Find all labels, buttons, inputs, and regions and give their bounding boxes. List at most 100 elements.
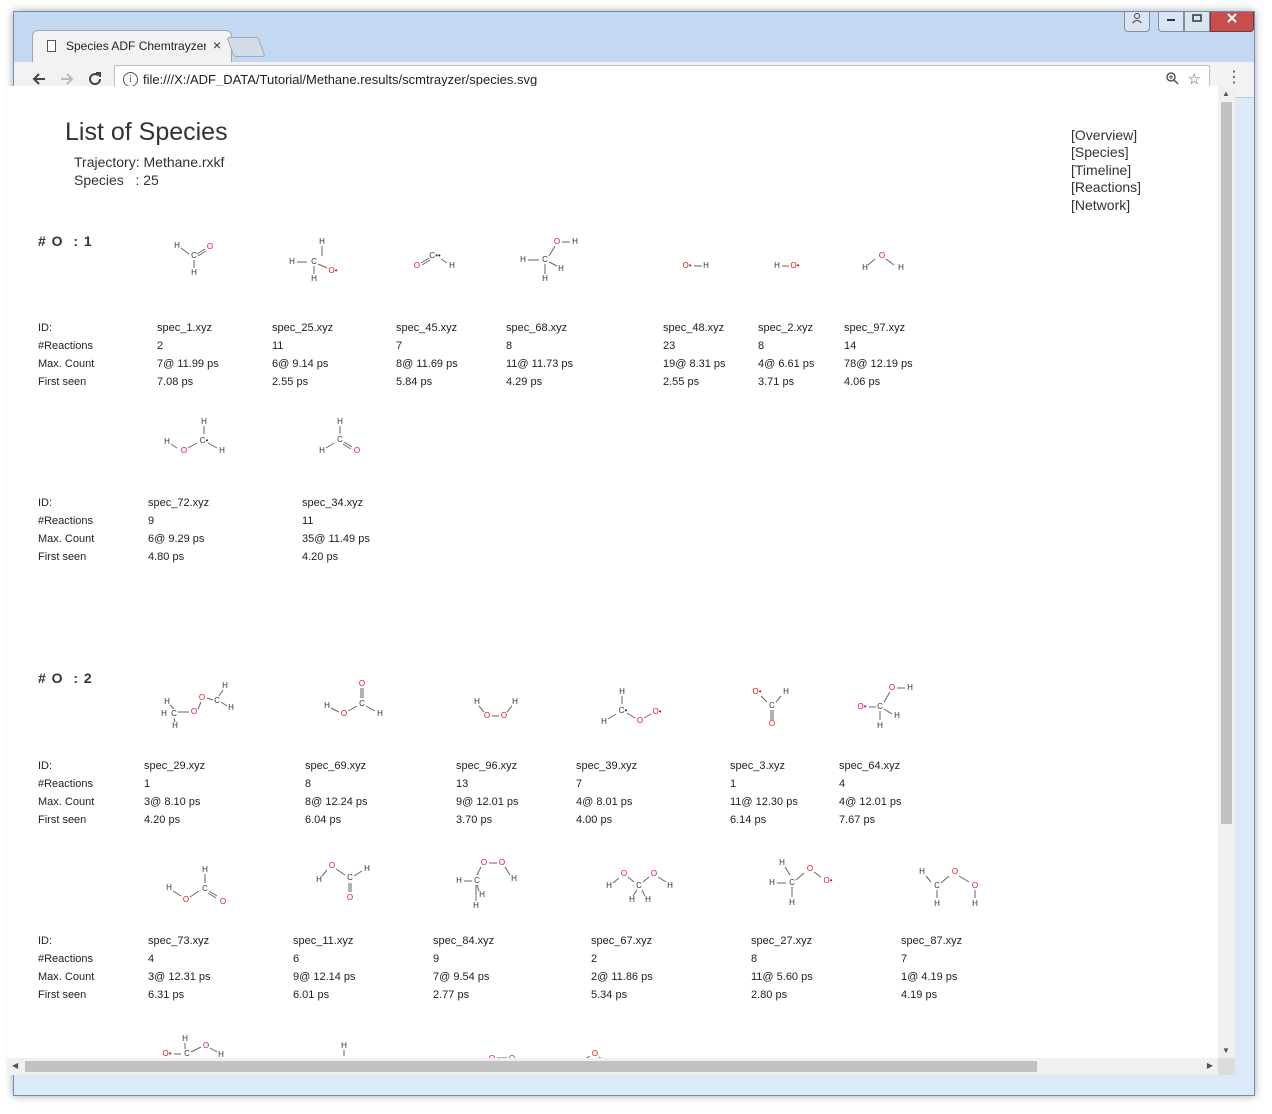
horizontal-scroll-thumb[interactable] (25, 1061, 1037, 1072)
svg-text:C: C (311, 257, 317, 266)
molecule-spec-69: O H O C H (324, 679, 383, 718)
svg-text:C: C (636, 881, 642, 890)
svg-text:H: H (161, 709, 167, 718)
maximize-icon[interactable] (1184, 12, 1210, 32)
svg-text:O: O (329, 861, 335, 870)
svg-text:H: H (645, 895, 651, 904)
svg-text:O: O (183, 895, 189, 904)
svg-text:H: H (606, 881, 612, 890)
svg-text:H: H (474, 697, 480, 706)
svg-text:H: H (512, 697, 518, 706)
tab-title: Species ADF Chemtrayzer (66, 39, 206, 53)
svg-text:O: O (499, 858, 505, 867)
svg-text:O: O (341, 709, 347, 718)
molecule-spec-87: H C O O H H (919, 867, 978, 908)
svg-text:H: H (316, 875, 322, 884)
svg-text:C: C (474, 876, 480, 885)
svg-text:O: O (220, 897, 226, 906)
svg-text:O: O (481, 858, 487, 867)
svg-text:O: O (592, 1049, 598, 1058)
menu-dots-icon[interactable]: ⋮ (1226, 68, 1242, 88)
svg-text:C••: C•• (429, 251, 441, 260)
svg-text:H: H (202, 865, 208, 874)
scroll-down-icon[interactable]: ▼ (1222, 1046, 1230, 1055)
url-text[interactable]: file:///X:/ADF_DATA/Tutorial/Methane.res… (143, 72, 537, 87)
svg-text:H: H (479, 890, 485, 899)
svg-text:H: H (201, 417, 207, 426)
svg-text:O: O (769, 719, 775, 728)
svg-text:H: H (364, 864, 370, 873)
svg-text:O: O (889, 683, 895, 692)
info-icon[interactable]: i (123, 72, 138, 87)
minimize-icon[interactable] (1158, 12, 1184, 32)
svg-text:H: H (703, 261, 709, 270)
svg-text:O: O (972, 881, 978, 890)
svg-text:H: H (919, 867, 925, 876)
svg-text:H: H (877, 721, 883, 730)
scroll-left-icon[interactable]: ◀ (12, 1061, 18, 1070)
molecule-spec-25: H H C O• H (289, 237, 338, 283)
molecule-spec-64: O H O• C H H (857, 683, 913, 730)
vertical-scrollbar[interactable]: ▲ ▼ (1218, 86, 1235, 1058)
svg-text:O: O (354, 446, 360, 455)
molecule-spec-68: O H H C H H (520, 237, 578, 283)
svg-text:O•: O• (752, 687, 761, 696)
svg-text:O•: O• (328, 266, 337, 275)
molecule-spec-84: O O H H C H H (456, 858, 517, 910)
browser-tab[interactable]: Species ADF Chemtrayzer × (32, 30, 232, 62)
svg-text:O•: O• (162, 1049, 171, 1058)
svg-text:H: H (789, 898, 795, 907)
svg-text:O: O (359, 679, 365, 688)
molecule-spec-1: H C O H (174, 241, 213, 277)
svg-text:C: C (337, 435, 343, 444)
svg-text:H: H (164, 437, 170, 446)
svg-text:C: C (877, 702, 883, 711)
svg-text:O•: O• (790, 261, 799, 270)
molecule-spec-96: H O O H (474, 697, 518, 720)
molecule-spec-34: H H C O (319, 417, 360, 455)
close-window-icon[interactable] (1210, 12, 1254, 32)
svg-text:H: H (311, 274, 317, 283)
svg-text:H: H (337, 417, 343, 426)
molecule-spec-3: O• C H O (752, 687, 789, 728)
svg-text:H: H (558, 264, 564, 273)
svg-text:H: H (601, 717, 607, 726)
svg-text:O•: O• (857, 702, 866, 711)
page-content: List of Species Trajectory: Methane.rxkf… (7, 86, 1218, 1058)
svg-text:H: H (219, 446, 225, 455)
molecule-spec-2: H O• (774, 261, 800, 270)
svg-text:C: C (769, 701, 775, 710)
svg-text:H: H (166, 883, 172, 892)
svg-text:C•: C• (200, 436, 209, 445)
vertical-scroll-thumb[interactable] (1221, 102, 1232, 824)
horizontal-scrollbar[interactable]: ◀ ▶ (7, 1058, 1218, 1075)
svg-text:H: H (667, 881, 673, 890)
svg-text:H: H (972, 899, 978, 908)
svg-text:O: O (484, 711, 490, 720)
molecule-partial-4: O• O H (585, 1049, 602, 1058)
svg-text:H: H (228, 703, 234, 712)
title-bar: Species ADF Chemtrayzer × (14, 12, 1254, 62)
molecule-spec-73: H H O C O (166, 865, 226, 906)
svg-text:H: H (324, 701, 330, 710)
svg-text:O: O (651, 869, 657, 878)
molecule-spec-97: H O H (862, 251, 904, 272)
new-tab-button[interactable] (226, 37, 266, 57)
svg-text:C: C (171, 709, 177, 718)
scroll-up-icon[interactable]: ▲ (1222, 89, 1230, 98)
user-icon[interactable] (1124, 12, 1150, 32)
svg-text:H: H (619, 687, 625, 696)
svg-text:H: H (174, 241, 180, 250)
svg-text:O: O (807, 864, 813, 873)
svg-text:C: C (191, 251, 197, 260)
svg-text:H: H (774, 261, 780, 270)
svg-text:O: O (199, 693, 205, 702)
molecule-spec-29: H H O C H C O H H (161, 681, 234, 730)
svg-text:H: H (222, 681, 228, 690)
scroll-right-icon[interactable]: ▶ (1207, 1061, 1213, 1070)
svg-text:H: H (218, 1050, 224, 1058)
tab-close-icon[interactable]: × (213, 37, 221, 53)
svg-text:H: H (862, 263, 868, 272)
svg-text:O: O (952, 867, 958, 876)
svg-text:O: O (191, 707, 197, 716)
